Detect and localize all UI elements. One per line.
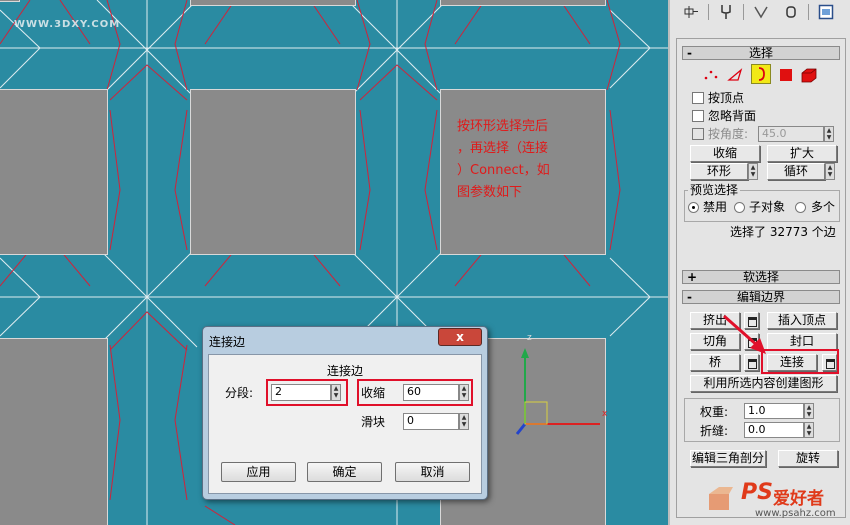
fork-icon[interactable]	[711, 1, 741, 23]
weight-spinner-icon[interactable]: ▲ ▼	[804, 403, 814, 419]
svg-text:z: z	[527, 333, 532, 343]
vertex-mode-icon[interactable]	[703, 67, 719, 83]
crease-field[interactable]: 0.0	[744, 422, 804, 438]
hammer-icon[interactable]	[776, 1, 806, 23]
collapse-sign: -	[687, 290, 692, 304]
mesh-face	[440, 0, 606, 6]
dialog-group-title: 连接边	[327, 364, 364, 378]
logo-url: www.psahz.com	[755, 508, 836, 519]
logo-ps: PS	[741, 480, 773, 505]
selection-status: 选择了 32773 个边	[730, 225, 836, 239]
insert-vertex-button[interactable]: 插入顶点	[767, 312, 837, 329]
pinch-highlight	[357, 379, 473, 406]
create-shape-button[interactable]: 利用所选内容创建图形	[690, 375, 837, 392]
by-angle-field[interactable]: 45.0	[758, 126, 824, 142]
cancel-button[interactable]: 取消	[395, 462, 470, 482]
grow-button[interactable]: 扩大	[767, 145, 837, 162]
annotation-line: ）Connect，如	[457, 163, 550, 178]
rollout-soft-selection-header[interactable]: + 软选择	[682, 270, 840, 284]
rollout-selection-header[interactable]: - 选择	[682, 46, 840, 60]
command-panel: - 选择 按顶点 忽略背面 按角度: 45.0 ▲ ▼ 收缩 扩大 环形 ▲ ▼ 循…	[668, 0, 850, 525]
preview-off-radio[interactable]	[688, 202, 699, 213]
loop-button[interactable]: 循环	[767, 163, 825, 180]
svg-text:x: x	[602, 409, 608, 419]
mesh-face	[0, 89, 108, 255]
by-vertex-label: 按顶点	[708, 91, 745, 105]
mesh-face	[0, 0, 20, 2]
segments-highlight	[266, 379, 348, 406]
connect-highlight	[761, 349, 839, 374]
edge-mode-icon[interactable]	[727, 67, 743, 83]
dialog-body: 连接边 分段: 2 ▲ ▼ 收缩 60 ▲ ▼ 滑块 0 ▲ ▼ 应用 确定 取消	[208, 354, 482, 494]
rollout-title: 编辑边界	[736, 290, 785, 304]
expand-sign: +	[687, 270, 698, 284]
segments-label: 分段:	[225, 386, 254, 400]
preview-subobject-radio[interactable]	[734, 202, 745, 213]
ring-spinner-icon[interactable]: ▲ ▼	[748, 163, 758, 180]
rollout-title: 选择	[748, 46, 773, 60]
slide-spinner-icon[interactable]: ▲ ▼	[459, 413, 469, 430]
toolbar-divider	[743, 4, 744, 20]
preview-multi-label: 多个	[811, 200, 836, 214]
command-panel-tabs	[676, 0, 846, 24]
preview-multi-radio[interactable]	[795, 202, 806, 213]
logo-text: 爱好者	[773, 489, 824, 509]
toolbar-divider	[808, 4, 809, 20]
transform-gizmo-icon[interactable]: z x	[515, 332, 610, 442]
edit-triangulation-button[interactable]: 编辑三角剖分	[690, 450, 766, 467]
crease-spinner-icon[interactable]: ▲ ▼	[804, 422, 814, 438]
by-vertex-checkbox[interactable]	[692, 92, 704, 104]
annotation-text: 按环形选择完后 ，再选择（连接 ）Connect，如 图参数如下	[457, 116, 587, 204]
preview-selection-title: 预览选择	[688, 183, 741, 197]
curve-icon[interactable]	[746, 1, 776, 23]
logo-emblem-icon	[709, 487, 733, 510]
collapse-sign: -	[687, 46, 692, 60]
subobject-icons	[700, 64, 830, 86]
ok-button[interactable]: 确定	[307, 462, 382, 482]
by-angle-label: 按角度:	[708, 127, 749, 141]
toolbar-divider	[708, 4, 709, 20]
rollout-edit-edges-header[interactable]: - 编辑边界	[682, 290, 840, 304]
turn-button[interactable]: 旋转	[778, 450, 838, 467]
site-watermark: WWW.3DXY.COM	[14, 19, 121, 30]
mesh-face	[190, 89, 356, 255]
polygon-mode-icon[interactable]	[778, 67, 794, 83]
ignore-backfacing-label: 忽略背面	[708, 109, 757, 123]
mesh-face	[190, 0, 356, 6]
display-icon[interactable]	[811, 1, 841, 23]
by-angle-spinner-icon[interactable]: ▲ ▼	[824, 126, 834, 142]
weight-field[interactable]: 1.0	[744, 403, 804, 419]
pin-icon[interactable]	[676, 1, 706, 23]
annotation-line: ，再选择（连接	[457, 141, 549, 156]
border-mode-icon[interactable]	[751, 64, 771, 84]
slide-label: 滑块	[361, 415, 386, 429]
slide-field[interactable]: 0	[403, 413, 459, 430]
apply-button[interactable]: 应用	[221, 462, 296, 482]
connect-edges-dialog: 连接边 x 连接边 分段: 2 ▲ ▼ 收缩 60 ▲ ▼ 滑块 0 ▲ ▼ 应用 确…	[202, 326, 488, 500]
annotation-line: 按环形选择完后	[457, 119, 549, 134]
crease-label: 折缝:	[700, 424, 729, 438]
element-mode-icon[interactable]	[800, 66, 818, 84]
annotation-line: 图参数如下	[457, 185, 523, 200]
red-arrow-icon	[723, 314, 766, 354]
rollout-title: 软选择	[742, 270, 779, 284]
mesh-face	[0, 338, 108, 525]
preview-off-label: 禁用	[703, 200, 728, 214]
by-angle-checkbox[interactable]	[692, 128, 704, 140]
ring-button[interactable]: 环形	[690, 163, 748, 180]
ignore-backfacing-checkbox[interactable]	[692, 110, 704, 122]
preview-subobject-label: 子对象	[749, 200, 786, 214]
site-logo: PS 爱好者 www.psahz.com	[705, 478, 850, 525]
weight-label: 权重:	[700, 405, 729, 419]
loop-spinner-icon[interactable]: ▲ ▼	[825, 163, 835, 180]
cap-button[interactable]: 封口	[767, 333, 837, 350]
close-button[interactable]: x	[438, 328, 482, 346]
shrink-button[interactable]: 收缩	[690, 145, 760, 162]
dialog-title: 连接边	[209, 335, 246, 349]
